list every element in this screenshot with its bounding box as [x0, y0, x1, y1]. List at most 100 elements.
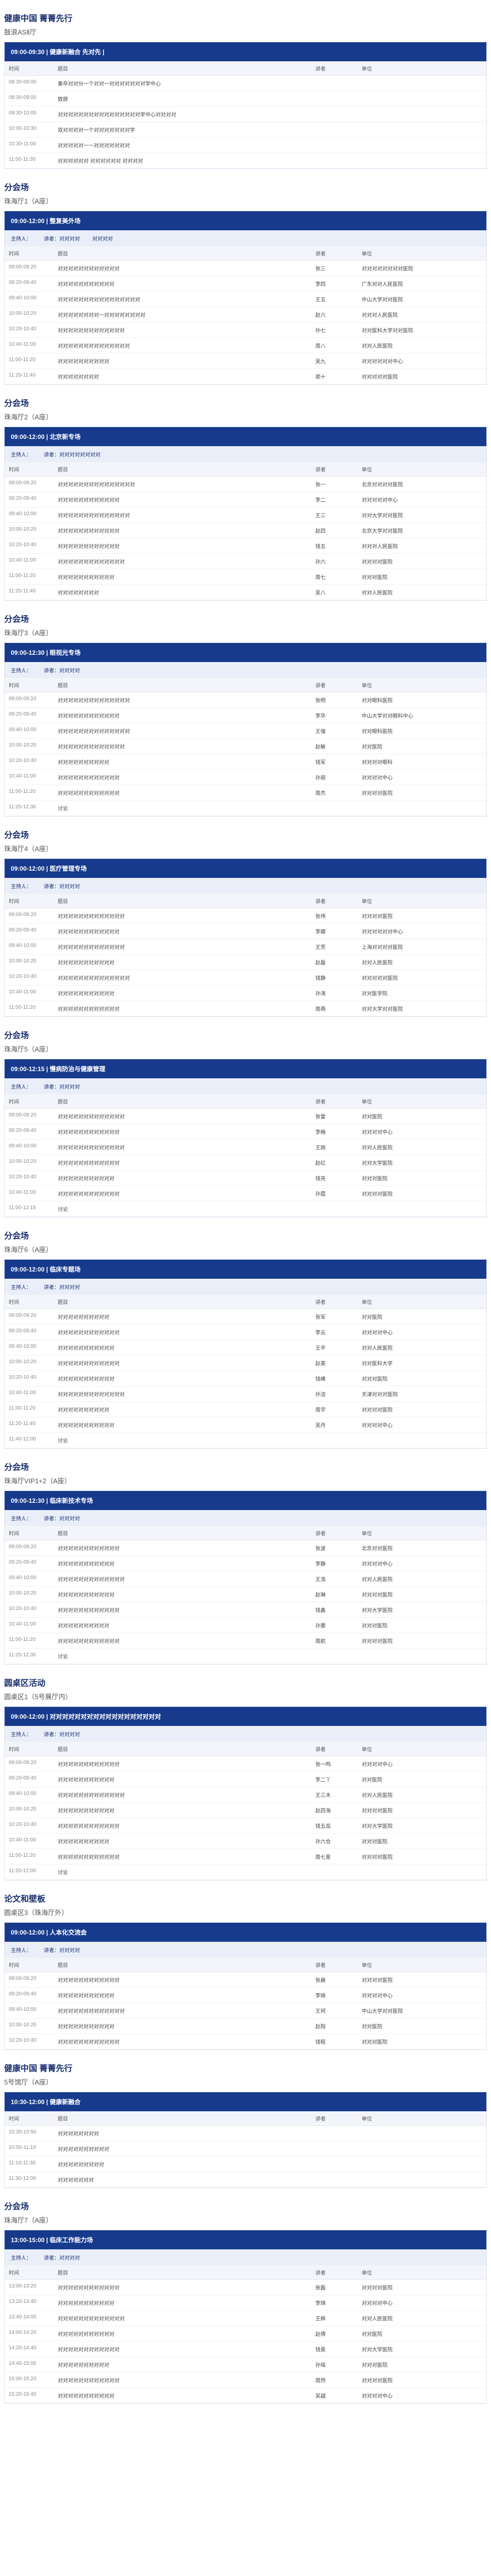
table-cell — [358, 1864, 486, 1880]
table-cell: 赵四 — [311, 522, 358, 538]
chair-item: 主持人： — [11, 1285, 31, 1291]
session-block: 09:00-09:30 | 健康新融合 先对先 | 时间 题目 讲者 单位 08:30-… — [4, 42, 487, 169]
table-cell: 对对对对对对对对对对对对对 — [54, 2310, 311, 2326]
chair-item: 主持人： — [11, 668, 31, 674]
table-cell — [358, 1648, 486, 1664]
table-cell: 14:20-14:40 — [5, 2341, 54, 2357]
table-cell: 吴九 — [311, 353, 358, 369]
table-cell: 王三 — [311, 507, 358, 523]
table-cell: 13:40-14:00 — [5, 2310, 54, 2326]
table-row: 10:20-10:40 对对对对对对对对对对对对对 孙七 对对医科大学对对医院 — [5, 322, 486, 338]
table-cell: 对对对对对对对对对对对对对 — [54, 322, 311, 338]
table-cell: 15:00-15:20 — [5, 2372, 54, 2388]
table-cell: 对对对对对对对对 — [54, 2125, 311, 2141]
table-row: 10:20-10:40 对对对对对对对对对对 钱军 对对对对眼科 — [5, 754, 486, 770]
table-cell — [358, 2125, 486, 2141]
table-row: 11:20-12:30 讨论 — [5, 1648, 486, 1664]
table-row: 10:00-10:20 对对对对对对对对一对对对对对对对对 赵六 对对对人民医院 — [5, 307, 486, 323]
table-cell: 讨论 — [54, 1648, 311, 1664]
table-cell: 11:20-11:40 — [5, 584, 54, 600]
table-cell: 张军 — [311, 1309, 358, 1325]
session-chairs: 主持人： 讲者：对对对对 — [5, 878, 486, 894]
table-cell: 09:20-09:40 — [5, 276, 54, 292]
table-cell: 09:20-09:40 — [5, 1324, 54, 1340]
table-row: 08:30-09:00 致辞 — [5, 91, 486, 107]
table-cell: 李娜 — [311, 923, 358, 939]
column-header: 题目 — [54, 1958, 311, 1972]
table-cell: 赵英 — [311, 1355, 358, 1371]
table-cell: 10:00-10:20 — [5, 738, 54, 754]
table-cell: 张明 — [311, 692, 358, 708]
table-row: 10:00-10:20 对对对对对对对对对对对 赵磊 对对人民医院 — [5, 954, 486, 970]
table-cell: 对对对对对对对对对对对对对对对对 — [54, 291, 311, 307]
chair-item: 主持人： — [11, 884, 31, 890]
table-row: 09:00-09:20 对对对对对对对对对对对对对对对 张一 北京对对对对医院 — [5, 476, 486, 492]
table-cell: 09:20-09:40 — [5, 707, 54, 723]
table-cell: 11:40-12:00 — [5, 1432, 54, 1448]
table-cell: 孙七 — [311, 322, 358, 338]
session-header: 09:00-12:30 | 临床新技术专场 — [5, 1491, 486, 1510]
table-cell: 对对医科大学 — [358, 1355, 486, 1371]
table-cell: 对对对对对对中心 — [358, 923, 486, 939]
table-row: 11:00-11:20 对对对对对对对对对对对 周七 对对对医院 — [5, 569, 486, 585]
table-cell — [358, 106, 486, 122]
table-row: 10:20-10:40 对对对对对对对对对对对对 钱程 对对对医院 — [5, 2033, 486, 2049]
table-cell: 王三木 — [311, 1787, 358, 1803]
table-row: 09:00-09:20 对对对对对对对对对对对对 张波 北京对对医院 — [5, 1540, 486, 1556]
column-header: 讲者 — [311, 1742, 358, 1756]
table-cell: 对对对对对对对对对对对对 — [54, 1540, 311, 1556]
table-cell: 对对对医院 — [358, 569, 486, 585]
table-cell: 对对眼科医院 — [358, 692, 486, 708]
table-cell: 李云 — [311, 1324, 358, 1340]
session-header: 10:30-12:00 | 健康新融合 — [5, 2092, 486, 2111]
table-cell: 对对对对对对中心 — [358, 353, 486, 369]
table-cell: 孙瑶 — [311, 2357, 358, 2372]
session-chairs: 主持人： 讲者：对对对对 — [5, 1726, 486, 1742]
table-cell: 10:20-10:40 — [5, 2033, 54, 2049]
table-cell: 10:30-11:00 — [5, 137, 54, 153]
table-cell: 10:20-10:40 — [5, 1170, 54, 1186]
table-cell: 10:50-11:10 — [5, 2141, 54, 2157]
table-cell — [311, 2156, 358, 2172]
table-row: 09:20-09:40 对对对对对对对对对对对 李静 对对对对中心 — [5, 1555, 486, 1571]
table-row: 11:30-12:00 对对对对对对对 — [5, 2172, 486, 2188]
table-cell: 对对对对对对对对对对对对对 — [54, 1571, 311, 1587]
table-row: 11:10-11:30 对对对对对对对对对 — [5, 2156, 486, 2172]
table-cell: 李梅 — [311, 1124, 358, 1140]
table-cell: 对对对对对对对对对对对 — [54, 1987, 311, 2003]
section-title: 分会场 — [4, 1031, 29, 1040]
session-header: 09:00-12:30 | 眼视光专场 — [5, 643, 486, 662]
table-cell: 李晓 — [311, 1987, 358, 2003]
table-cell: 13:20-13:40 — [5, 2295, 54, 2311]
table-cell: 09:00-09:20 — [5, 260, 54, 276]
section-title: 分会场 — [4, 399, 29, 408]
table-cell: 对对对对医院 — [358, 2279, 486, 2295]
table-cell: 钱军 — [311, 754, 358, 770]
table-row: 09:40-10:00 对对对对对对对对对对对对对 王刚 对对人民医院 — [5, 1139, 486, 1155]
column-header: 单位 — [358, 1295, 486, 1309]
table-cell: 张磊 — [311, 2279, 358, 2295]
table-row: 09:40-10:00 对对对对对对对对对对对对对 王珂 中山大学对对医院 — [5, 2003, 486, 2019]
table-cell: 对对对对对对对对对对对 — [54, 1340, 311, 1355]
table-cell: 对对对对对对对对对对对对 — [54, 1849, 311, 1865]
table-cell — [311, 2172, 358, 2188]
schedule-table: 时间 题目 讲者 单位 09:00-09:20 对对对对对对对对对对对对 张一鸣 对对对对中心… — [5, 1742, 486, 1880]
chair-item: 主持人： — [11, 1084, 31, 1090]
table-cell: 王辉 — [311, 2310, 358, 2326]
table-row: 09:00-09:20 对对对对对对对对对对对对 张一鸣 对对对对中心 — [5, 1756, 486, 1772]
table-cell — [311, 1432, 358, 1448]
session-block: 09:00-12:00 | 临床专题场 主持人： 讲者：对对对对 时间 题目 讲者 单位 09… — [4, 1259, 487, 1449]
table-cell: 对对对对对对对对对对 — [54, 754, 311, 770]
table-cell: 对对医院 — [358, 1309, 486, 1325]
table-cell: 对对对对对对对对对对对 — [54, 954, 311, 970]
table-cell: 对对对对中心 — [358, 1324, 486, 1340]
session-header: 09:00-09:30 | 健康新融合 先对先 | — [5, 42, 486, 61]
table-cell — [358, 1432, 486, 1448]
column-header: 单位 — [358, 1958, 486, 1972]
column-header: 时间 — [5, 2265, 54, 2280]
table-cell: 10:40-11:00 — [5, 337, 54, 353]
table-cell: 对对对医院 — [358, 1617, 486, 1633]
table-cell: 张波 — [311, 1540, 358, 1556]
table-cell — [358, 1201, 486, 1217]
table-row: 09:00-09:20 对对对对对对对对对对对对 张晨 对对对对医院 — [5, 1972, 486, 1988]
